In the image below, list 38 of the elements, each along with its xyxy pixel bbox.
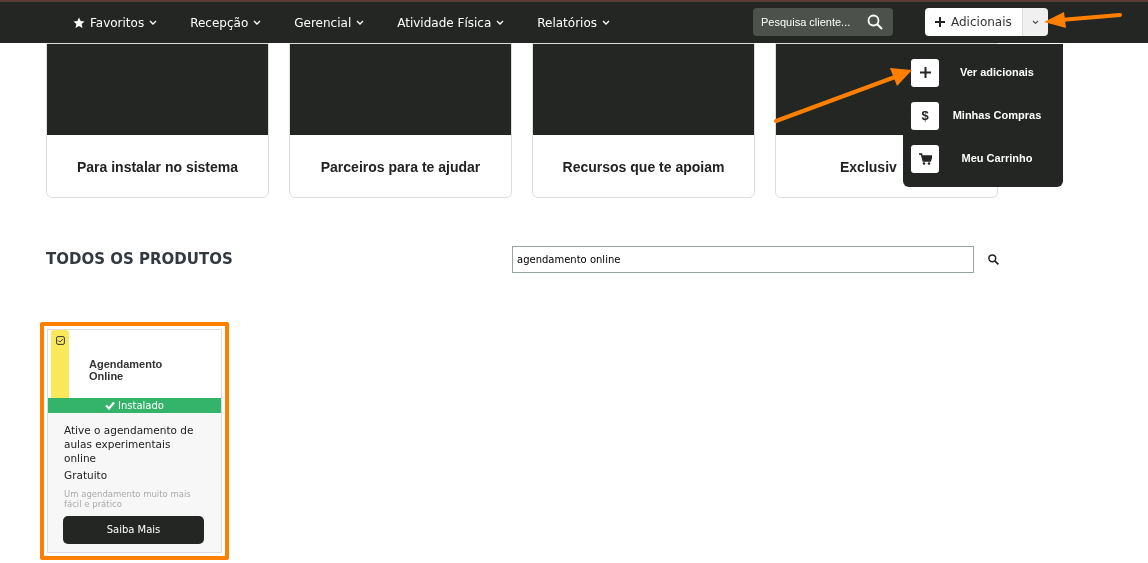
check-icon <box>105 401 116 410</box>
caret-icon <box>1031 19 1039 25</box>
chevron-icon <box>149 19 158 26</box>
card-caption: Parceiros para te ajudar <box>320 159 481 175</box>
dollar-icon: $ <box>911 101 939 130</box>
product-description: Ative o agendamento de aulas experimentais online <box>63 423 195 465</box>
star-icon <box>73 16 85 29</box>
nav-menu[interactable]: Atividade Física <box>397 13 505 32</box>
search-icon <box>867 14 883 30</box>
chevron-icon <box>602 19 611 26</box>
menu-item[interactable]: Meu Carrinho <box>911 137 1055 180</box>
nav-menu[interactable]: Recepção <box>190 13 262 32</box>
chevron-icon <box>496 19 505 26</box>
learn-more-button[interactable]: Saiba Mais <box>63 515 204 544</box>
menu-item[interactable]: Ver adicionais <box>911 51 1055 94</box>
checkbox-icon <box>55 336 65 345</box>
search-field[interactable]: Pesquisa cliente... <box>753 8 893 36</box>
search-icon <box>988 254 999 265</box>
chevron-icon <box>356 19 365 26</box>
chevron-icon <box>253 19 262 26</box>
plus-icon <box>911 58 939 87</box>
card-caption: Exclusiv <box>840 159 897 175</box>
cart-icon <box>911 144 939 173</box>
product-note: Um agendamento muito mais fácil e prático <box>63 487 192 509</box>
plus-icon <box>935 17 945 27</box>
nav-menu[interactable]: Gerencial <box>294 13 365 32</box>
installed-status: Instalado <box>48 398 221 413</box>
logo-text: Agendamento Online <box>88 357 164 385</box>
card-caption: Recursos que te apoiam <box>562 159 725 175</box>
card-caption: Para instalar no sistema <box>76 159 239 175</box>
nav-menu[interactable]: Favoritos <box>73 13 158 32</box>
menu-item[interactable]: $ Minhas Compras <box>911 94 1055 137</box>
nav-menu[interactable]: Relatórios <box>537 13 611 32</box>
product-price: Gratuito <box>63 468 109 483</box>
section-title: TODOS OS PRODUTOS <box>46 250 233 269</box>
dropdown-toggle-button[interactable] <box>1021 8 1048 36</box>
search-field[interactable]: agendamento online <box>512 246 974 273</box>
addons-button[interactable]: Adicionais <box>925 8 1022 36</box>
